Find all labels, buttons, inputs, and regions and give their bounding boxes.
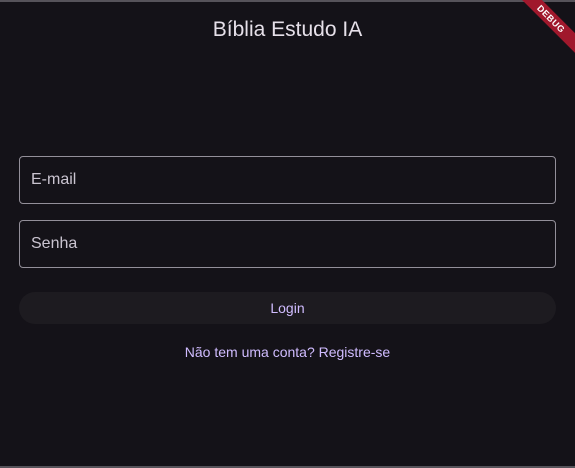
window-top-edge [0, 0, 575, 2]
login-button[interactable]: Login [19, 292, 556, 324]
email-field[interactable] [19, 156, 556, 204]
register-link[interactable]: Não tem uma conta? Registre-se [0, 343, 575, 361]
password-field[interactable] [19, 220, 556, 268]
app-title: Bíblia Estudo IA [212, 18, 363, 41]
